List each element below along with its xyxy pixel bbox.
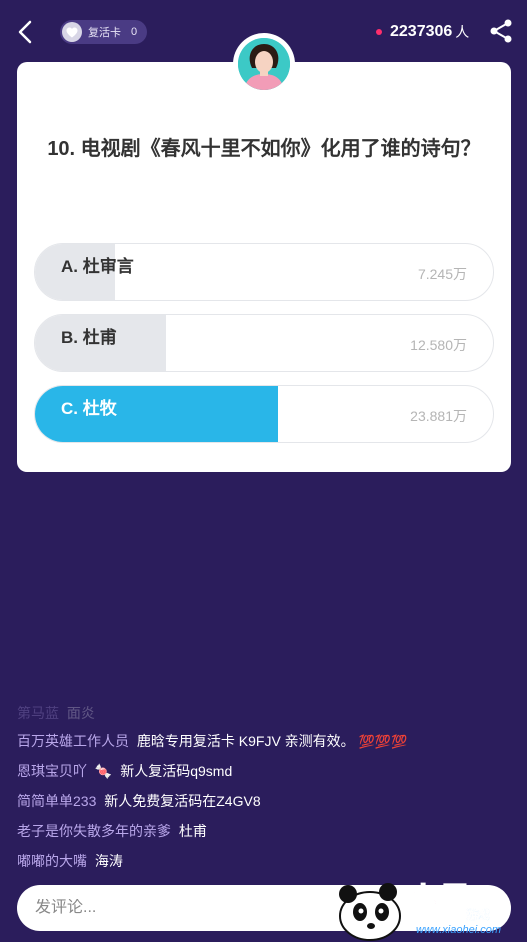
- revive-card-badge[interactable]: 复活卡 0: [60, 20, 148, 44]
- panda-logo-icon: [339, 883, 401, 941]
- revive-card-label: 复活卡: [88, 27, 121, 39]
- comment-feed: 第马蓝 面炎 百万英雄工作人员 鹿晗专用复活卡 K9FJV 亲测有效。 💯💯💯 …: [17, 700, 517, 876]
- comment-text: 鹿晗专用复活卡 K9FJV 亲测有效。: [136, 733, 355, 749]
- viewer-count: 2237306: [390, 23, 453, 40]
- comment-user: 嘟嘟的大嘴: [17, 853, 87, 869]
- option-b[interactable]: B. 杜甫 12.580万: [34, 314, 494, 372]
- option-a[interactable]: A. 杜审言 7.245万: [34, 243, 494, 301]
- heart-icon: [62, 22, 82, 42]
- comment-user: 老子是你失散多年的亲爹: [17, 823, 171, 839]
- watermark-subtitle: 游戏: [466, 908, 491, 922]
- share-button[interactable]: [488, 18, 514, 44]
- comment-user: 简简单单233: [17, 793, 97, 809]
- comment-text: 新人复活码q9smd: [120, 763, 233, 779]
- option-a-label: A. 杜审言: [61, 257, 134, 276]
- comment-text: 海涛: [94, 853, 123, 869]
- comment-item: 老子是你失散多年的亲爹 杜甫: [17, 816, 517, 846]
- viewer-unit: 人: [455, 24, 470, 40]
- comment-text: 面炎: [66, 705, 95, 721]
- option-b-label: B. 杜甫: [61, 328, 117, 347]
- option-c[interactable]: C. 杜牧 23.881万: [34, 385, 494, 443]
- comment-user: 第马蓝: [17, 705, 59, 721]
- site-watermark: 小黑 游戏 www.xiaohei.com: [330, 872, 525, 942]
- option-a-count: 7.245万: [417, 266, 467, 282]
- option-c-count: 23.881万: [410, 408, 467, 424]
- back-button[interactable]: [14, 18, 38, 46]
- option-c-label: C. 杜牧: [61, 399, 117, 418]
- host-avatar: [233, 33, 295, 95]
- candy-icon: 🍬: [94, 763, 113, 779]
- host-avatar-image: [238, 38, 290, 90]
- question-card: 10. 电视剧《春风十里不如你》化用了谁的诗句？ A. 杜审言 7.245万 B…: [17, 62, 511, 472]
- watermark-url: www.xiaohei.com: [416, 924, 501, 936]
- comment-text: 杜甫: [178, 823, 207, 839]
- revive-card-count: 0: [131, 26, 138, 38]
- chevron-left-icon: [18, 20, 32, 44]
- comment-text: 新人免费复活码在Z4GV8: [104, 793, 261, 809]
- comment-input[interactable]: [35, 899, 335, 917]
- comment-item: 简简单单233 新人免费复活码在Z4GV8: [17, 786, 517, 816]
- comment-item: 第马蓝 面炎: [17, 700, 517, 726]
- comment-user: 百万英雄工作人员: [17, 733, 129, 749]
- hundred-points-icon: 💯💯💯: [358, 734, 408, 749]
- watermark-title: 小黑: [407, 882, 472, 917]
- live-dot-icon: [376, 29, 382, 35]
- comment-item: 恩琪宝贝吖 🍬 新人复活码q9smd: [17, 756, 517, 786]
- viewer-counter: 2237306 人: [376, 22, 469, 42]
- question-text: 10. 电视剧《春风十里不如你》化用了谁的诗句？: [47, 138, 481, 160]
- share-icon: [490, 19, 512, 43]
- comment-item: 百万英雄工作人员 鹿晗专用复活卡 K9FJV 亲测有效。 💯💯💯: [17, 726, 517, 756]
- comment-user: 恩琪宝贝吖: [17, 763, 87, 779]
- option-b-count: 12.580万: [410, 337, 467, 353]
